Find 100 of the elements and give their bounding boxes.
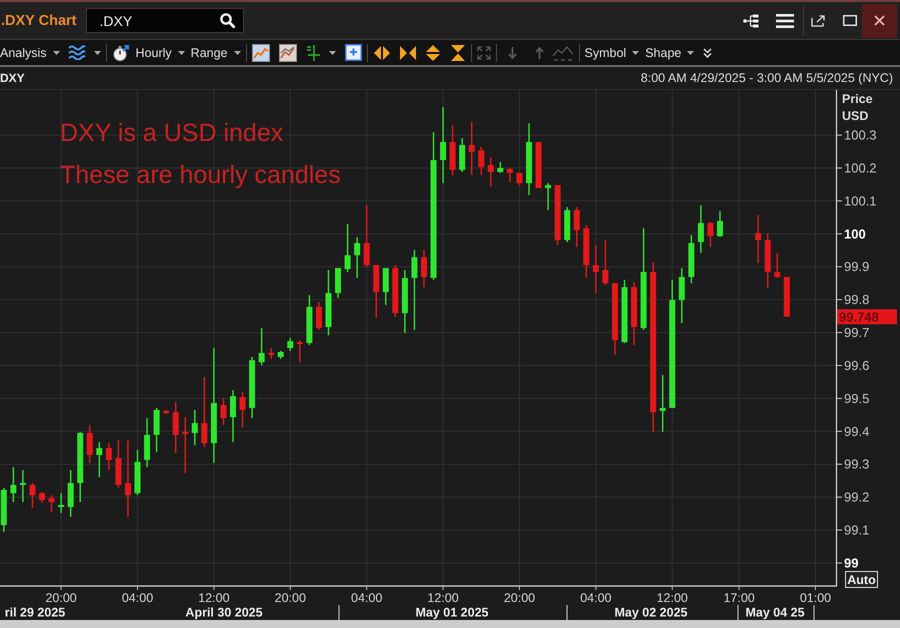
time-tick-label: 12:00 [656, 591, 688, 605]
rising-candle [660, 375, 666, 432]
price-tick-label: 99.5 [844, 390, 870, 406]
price-tick-label: 100 [844, 226, 866, 242]
falling-candle [488, 157, 494, 188]
price-tick-label: 100.2 [844, 160, 877, 176]
falling-candle [316, 302, 322, 330]
rising-candle [325, 270, 332, 336]
caret-icon[interactable] [328, 50, 336, 54]
shape-menu[interactable]: Shape [645, 46, 694, 60]
interval-menu[interactable]: Hourly [136, 46, 185, 60]
falling-candle [163, 410, 170, 414]
maximize-icon[interactable] [843, 15, 857, 26]
falling-candle [764, 233, 771, 288]
line-chart-icon[interactable] [252, 44, 270, 62]
price-tick-label: 100.1 [844, 193, 877, 208]
hierarchy-icon[interactable] [743, 14, 759, 28]
price-tick-label: 100.3 [844, 128, 877, 143]
rising-candle [459, 138, 466, 172]
crosshair-icon[interactable] [304, 44, 321, 62]
falling-candle [774, 252, 780, 278]
rising-candle [249, 356, 256, 418]
rising-candle [526, 123, 532, 195]
rising-candle [96, 442, 102, 478]
popout-icon[interactable] [811, 14, 825, 26]
price-tick-label: 99.2 [844, 490, 870, 505]
falling-candle [506, 168, 513, 182]
caret-icon [687, 50, 694, 54]
rising-candle [77, 432, 84, 502]
falling-candle [583, 224, 590, 278]
horizontal-scrollbar[interactable] [0, 620, 900, 628]
falling-candle [48, 495, 55, 512]
date-label: April 30 2025 [185, 606, 263, 620]
date-range-label: 8:00 AM 4/29/2025 - 3:00 AM 5/5/2025 (NYC) [640, 71, 893, 85]
falling-candle [220, 398, 226, 426]
price-tick-label: 99.4 [844, 424, 870, 439]
falling-candle [86, 425, 93, 463]
arrows-out-horizontal-icon[interactable] [372, 44, 391, 60]
wave-lines-icon[interactable] [68, 45, 86, 60]
rising-candle [258, 328, 265, 366]
rising-candle [688, 235, 694, 284]
stopwatch-icon[interactable] [112, 44, 130, 62]
rising-candle [68, 470, 74, 517]
falling-candle [478, 146, 484, 176]
date-label: May 01 2025 [416, 606, 488, 620]
chart-annotation: DXY is a USD index [60, 119, 284, 147]
menu-icon[interactable] [776, 14, 794, 28]
falling-candle [420, 250, 427, 288]
falling-candle [182, 417, 188, 474]
falling-candle [373, 265, 380, 318]
falling-candle [592, 245, 599, 294]
price-axis-unit: USD [842, 109, 868, 123]
hourglass-icon[interactable] [450, 44, 466, 62]
falling-candle [268, 348, 274, 359]
caret-icon [632, 50, 640, 54]
auto-scale-button[interactable]: Auto [845, 571, 878, 588]
falling-candle [39, 492, 46, 504]
price-tick-label: 99.6 [844, 358, 870, 373]
time-tick-label: 04:00 [122, 591, 154, 605]
falling-candle [468, 122, 475, 176]
time-tick-label: 20:00 [274, 591, 306, 605]
caret-icon[interactable] [94, 50, 101, 54]
falling-candle [364, 205, 370, 268]
rising-candle [192, 410, 198, 446]
falling-candle [612, 283, 618, 355]
falling-candle [516, 172, 522, 186]
price-tick-label: 99.9 [844, 259, 870, 274]
chart-annotation: These are hourly candles [60, 161, 341, 189]
rising-candle [545, 183, 552, 210]
falling-candle [296, 340, 303, 362]
range-menu[interactable]: Range [190, 46, 241, 60]
date-label: ril 29 2025 [4, 606, 66, 620]
search-icon[interactable] [220, 13, 236, 28]
rising-candle [497, 162, 504, 173]
rising-candle [698, 205, 704, 253]
rising-candle [564, 207, 570, 242]
rising-candle [678, 268, 685, 324]
search-field[interactable]: .DXY [86, 8, 244, 33]
price-tick-label: 99.1 [844, 522, 870, 538]
date-label: May 04 25 [745, 606, 805, 620]
time-tick-label: 04:00 [580, 591, 612, 605]
time-tick-label: 04:00 [351, 591, 382, 605]
falling-candle [631, 282, 638, 346]
falling-candle [115, 440, 122, 488]
time-tick-label: 17:00 [723, 591, 755, 605]
arrows-out-vertical-icon[interactable] [424, 44, 441, 62]
falling-candle [755, 215, 762, 264]
price-tick-label: 99 [844, 555, 858, 570]
rising-candle [0, 488, 7, 532]
arrows-in-horizontal-icon[interactable] [398, 44, 417, 60]
symbol-menu[interactable]: Symbol [584, 46, 640, 60]
time-tick-label: 01:00 [800, 591, 832, 605]
date-label: May 02 2025 [614, 606, 688, 620]
double-chevron-icon[interactable] [703, 48, 712, 58]
price-tick-label: 99.7 [844, 325, 870, 340]
plus-square-icon[interactable] [344, 44, 362, 61]
analysis-menu[interactable]: Analysis [0, 46, 60, 60]
price-axis-title: Price [842, 92, 873, 106]
chart-lines-icon[interactable] [278, 44, 297, 62]
close-button[interactable] [862, 4, 897, 38]
